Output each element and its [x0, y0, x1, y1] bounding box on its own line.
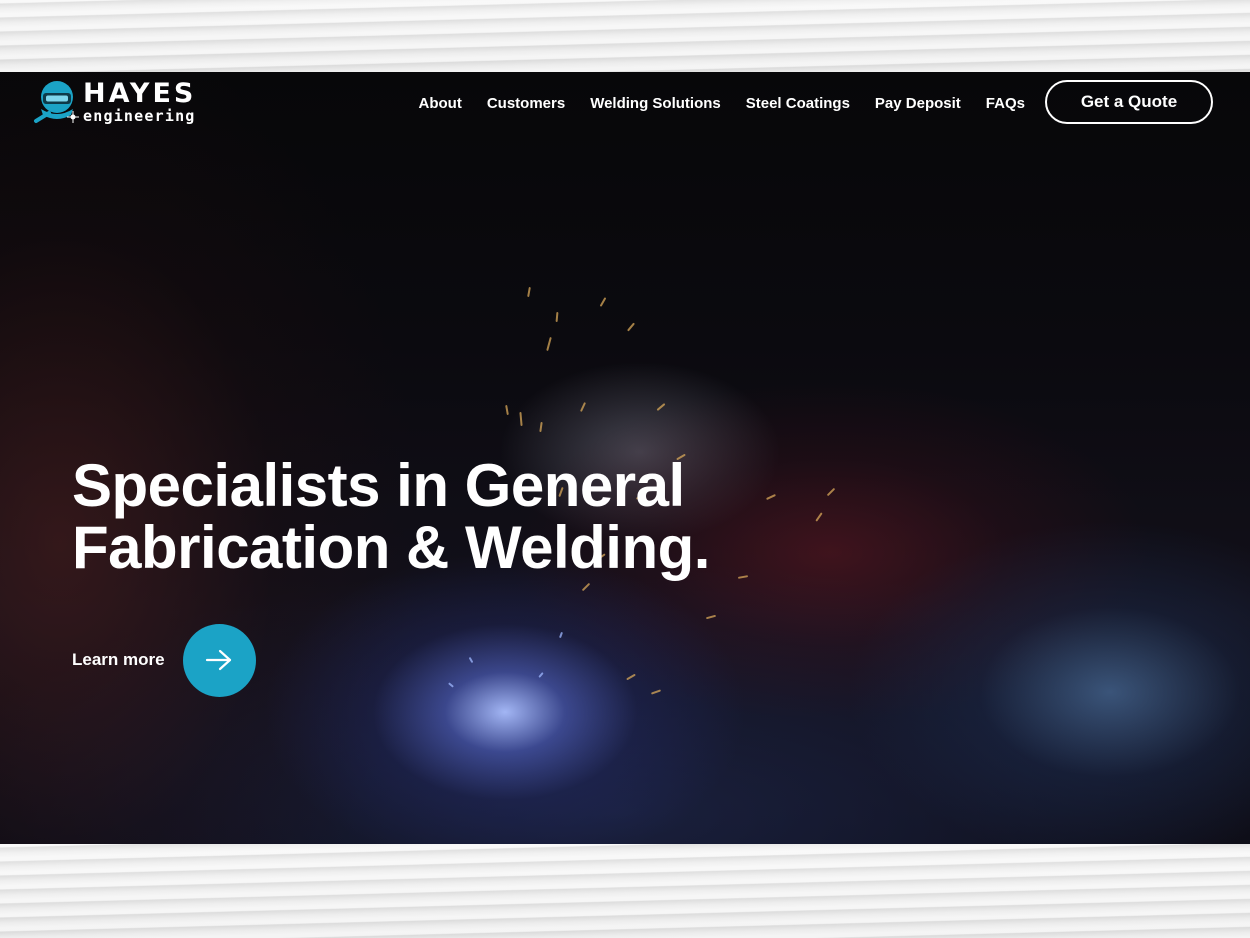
nav-item-faqs[interactable]: FAQs	[986, 95, 1025, 112]
learn-more-link[interactable]: Learn more	[72, 622, 256, 698]
nav-item-about[interactable]: About	[419, 95, 462, 112]
learn-more-button[interactable]	[182, 623, 256, 697]
backdrop-bottom	[0, 844, 1250, 938]
backdrop-top	[0, 0, 1250, 72]
hero-headline: Specialists in General Fabrication & Wel…	[72, 455, 772, 579]
main-nav: About Customers Welding Solutions Steel …	[406, 91, 1037, 115]
nav-item-steel-coatings[interactable]: Steel Coatings	[746, 95, 850, 112]
hero-headline-line2: Fabrication & Welding.	[72, 514, 710, 581]
site-logo[interactable]: HAYES engineering	[33, 77, 203, 127]
hero-headline-line1: Specialists in General	[72, 452, 685, 519]
site-header: HAYES engineering About Customers Weldin…	[0, 72, 1250, 134]
nav-item-customers[interactable]: Customers	[487, 95, 565, 112]
learn-more-label: Learn more	[72, 650, 165, 669]
arrow-right-icon	[205, 649, 232, 671]
logo-title: HAYES	[83, 78, 197, 109]
nav-item-pay-deposit[interactable]: Pay Deposit	[875, 95, 961, 112]
welder-helmet-icon	[34, 81, 79, 123]
hero-section: Specialists in General Fabrication & Wel…	[0, 72, 1250, 844]
get-a-quote-button[interactable]: Get a Quote	[1045, 80, 1213, 124]
nav-item-welding-solutions[interactable]: Welding Solutions	[590, 95, 721, 112]
logo-subtitle: engineering	[83, 107, 196, 125]
